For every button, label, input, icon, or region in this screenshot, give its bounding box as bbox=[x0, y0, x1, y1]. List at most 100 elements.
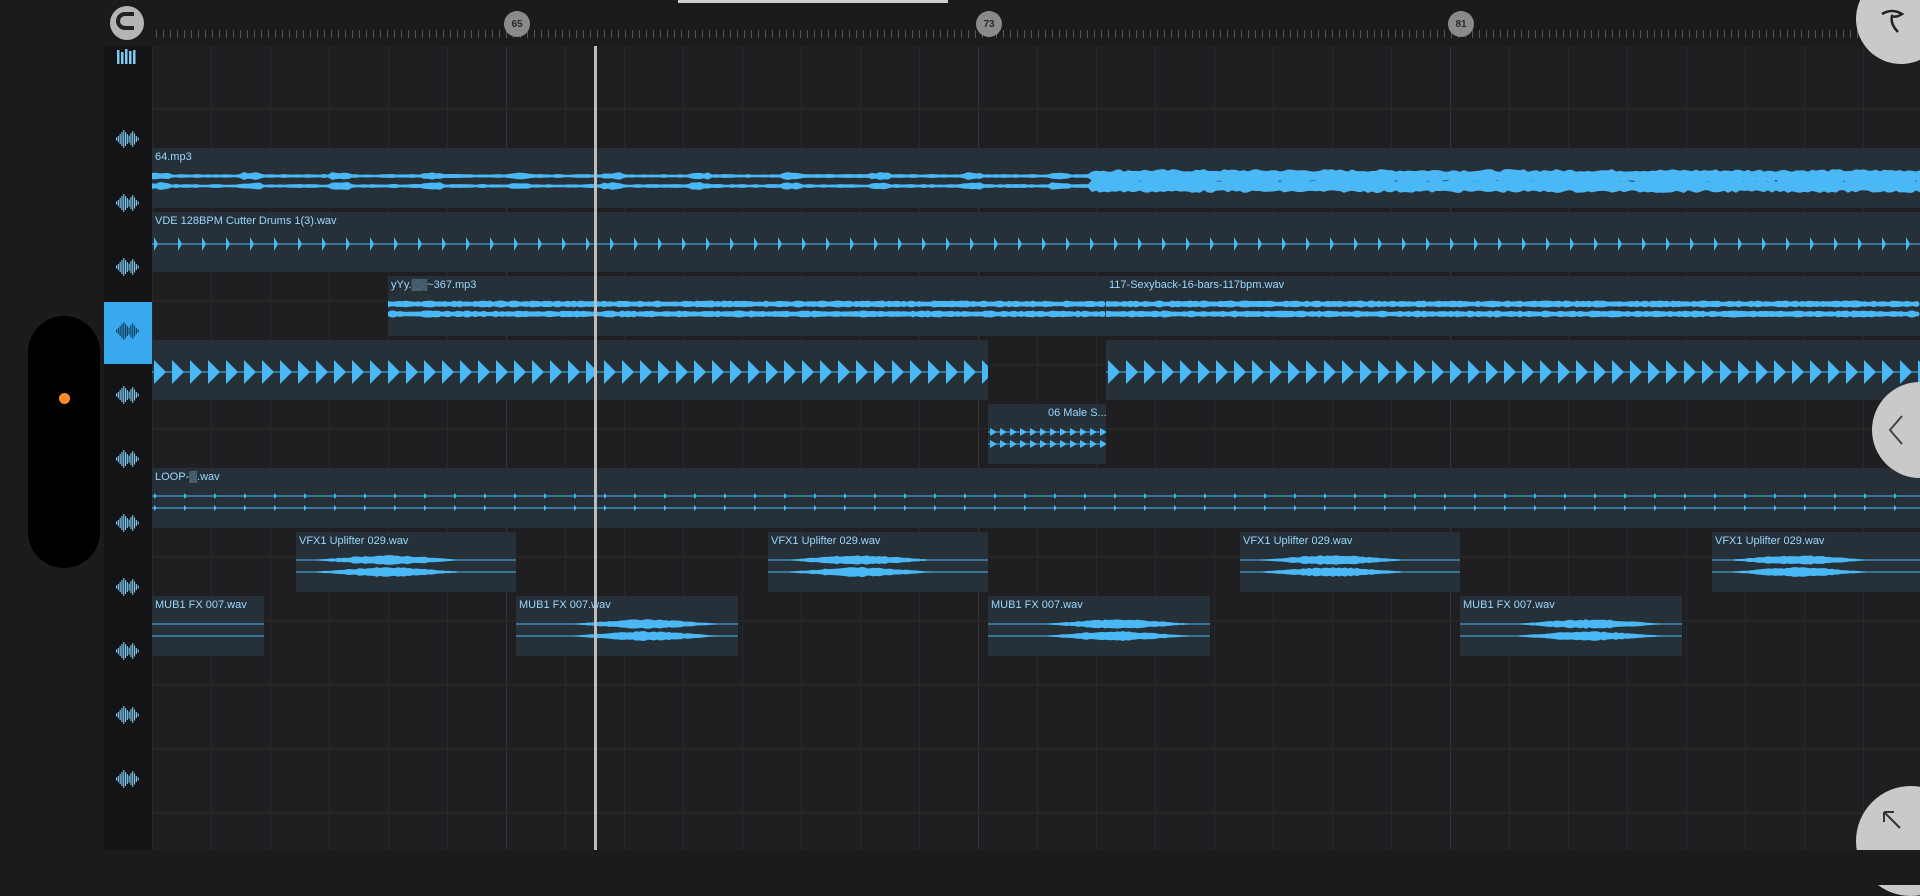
timeline-ruler[interactable] bbox=[104, 0, 1920, 46]
track-header[interactable] bbox=[104, 46, 152, 108]
waveform-icon bbox=[116, 448, 140, 475]
clip-beats-1[interactable] bbox=[152, 340, 988, 400]
waveform-shape bbox=[226, 360, 238, 384]
bar-marker-73[interactable]: 73 bbox=[976, 11, 1002, 37]
waveform-shape bbox=[1786, 237, 1790, 251]
track-header[interactable] bbox=[104, 302, 152, 364]
track-header[interactable] bbox=[104, 558, 152, 620]
waveform-shape bbox=[538, 237, 542, 251]
waveform-shape bbox=[1108, 360, 1120, 384]
waveform-shape bbox=[280, 360, 292, 384]
waveform-shape bbox=[634, 237, 638, 251]
waveform bbox=[388, 300, 1106, 318]
waveform-shape bbox=[988, 619, 1210, 629]
clip-64-mp3[interactable]: 64.mp3 bbox=[152, 148, 1920, 208]
bar-marker-65[interactable]: 65 bbox=[504, 11, 530, 37]
waveform-shape bbox=[1894, 505, 1897, 511]
waveform-shape bbox=[1354, 237, 1358, 251]
track-header[interactable] bbox=[104, 622, 152, 684]
waveform-icon bbox=[116, 576, 140, 603]
waveform-shape bbox=[934, 505, 937, 511]
clip-mub-fx[interactable]: MUB1 FX 007.wav bbox=[988, 596, 1210, 656]
waveform-shape bbox=[910, 360, 922, 384]
clip-sexyback[interactable]: 117-Sexyback-16-bars-117bpm.wav bbox=[1106, 276, 1920, 336]
waveform-shape bbox=[814, 493, 817, 499]
track-header[interactable] bbox=[104, 110, 152, 172]
track-header[interactable] bbox=[104, 430, 152, 492]
clip-vfx-uplifter[interactable]: VFX1 Uplifter 029.wav bbox=[296, 532, 516, 592]
waveform-shape bbox=[516, 631, 738, 641]
waveform-shape bbox=[442, 237, 446, 251]
waveform bbox=[152, 169, 1920, 193]
waveform-shape bbox=[1018, 237, 1022, 251]
clip-loop-wav[interactable]: LOOP-▒.wav bbox=[152, 468, 1920, 528]
side-panel-handle[interactable] bbox=[28, 316, 100, 568]
waveform-shape bbox=[1324, 505, 1327, 511]
arrangement-area[interactable]: 64.mp3 VDE 128BPM Cutter Drums 1(3).wav … bbox=[152, 46, 1920, 850]
track-header[interactable] bbox=[104, 238, 152, 300]
waveform-shape bbox=[1186, 237, 1190, 251]
clip-male-vocal[interactable]: 06 Male S... bbox=[988, 404, 1106, 464]
waveform-shape bbox=[1204, 505, 1207, 511]
record-indicator bbox=[59, 393, 70, 404]
waveform-shape bbox=[1684, 493, 1687, 499]
waveform-shape bbox=[1714, 493, 1717, 499]
waveform-shape bbox=[1468, 360, 1480, 384]
clip-mub-fx[interactable]: MUB1 FX 007.wav bbox=[152, 596, 264, 656]
waveform-shape bbox=[1020, 428, 1027, 436]
waveform-shape bbox=[1342, 360, 1354, 384]
waveform-shape bbox=[1414, 493, 1417, 499]
clip-mub-fx[interactable]: MUB1 FX 007.wav bbox=[516, 596, 738, 656]
clip-label: VFX1 Uplifter 029.wav bbox=[771, 535, 881, 547]
clip-vfx-uplifter[interactable]: VFX1 Uplifter 029.wav bbox=[768, 532, 988, 592]
waveform-shape bbox=[784, 505, 787, 511]
waveform-shape bbox=[1714, 237, 1718, 251]
waveform-shape bbox=[1594, 237, 1598, 251]
waveform-shape bbox=[1234, 505, 1237, 511]
waveform-shape bbox=[152, 179, 1920, 193]
waveform-shape bbox=[970, 237, 974, 251]
waveform-shape bbox=[1294, 505, 1297, 511]
clip-beats-2[interactable] bbox=[1106, 340, 1920, 400]
clip-cutter-drums[interactable]: VDE 128BPM Cutter Drums 1(3).wav bbox=[152, 212, 1920, 272]
track-header[interactable] bbox=[104, 366, 152, 428]
track-header[interactable] bbox=[104, 494, 152, 556]
waveform-shape bbox=[1270, 360, 1282, 384]
waveform-shape bbox=[202, 237, 206, 251]
waveform-shape bbox=[1444, 493, 1447, 499]
waveform-shape bbox=[994, 493, 997, 499]
waveform-shape bbox=[1054, 493, 1057, 499]
clip-mub-fx[interactable]: MUB1 FX 007.wav bbox=[1460, 596, 1682, 656]
mixer-icon bbox=[117, 48, 139, 69]
track-header[interactable] bbox=[104, 174, 152, 236]
waveform-shape bbox=[244, 360, 256, 384]
waveform-shape bbox=[1426, 237, 1430, 251]
waveform-shape bbox=[296, 555, 515, 565]
track-header[interactable] bbox=[104, 750, 152, 812]
waveform-icon bbox=[116, 704, 140, 731]
waveform-shape bbox=[1264, 505, 1267, 511]
waveform-shape bbox=[1080, 440, 1087, 448]
waveform-shape bbox=[1666, 360, 1678, 384]
clip-vfx-uplifter[interactable]: VFX1 Uplifter 029.wav bbox=[1240, 532, 1460, 592]
waveform-shape bbox=[856, 360, 868, 384]
clip-vfx-uplifter[interactable]: VFX1 Uplifter 029.wav bbox=[1712, 532, 1920, 592]
top-drag-handle[interactable] bbox=[678, 0, 948, 3]
waveform-shape bbox=[1144, 360, 1156, 384]
waveform-shape bbox=[1030, 440, 1037, 448]
waveform-shape bbox=[1354, 493, 1357, 499]
waveform-shape bbox=[1744, 493, 1747, 499]
waveform-shape bbox=[1240, 567, 1459, 577]
bar-marker-label: 65 bbox=[511, 18, 523, 30]
waveform-shape bbox=[712, 360, 724, 384]
waveform-shape bbox=[1126, 360, 1138, 384]
waveform-shape bbox=[178, 237, 182, 251]
playhead[interactable] bbox=[594, 46, 597, 850]
snap-magnet-button[interactable] bbox=[110, 6, 144, 40]
waveform-shape bbox=[1174, 493, 1177, 499]
waveform-shape bbox=[466, 237, 470, 251]
clip-yyy-mp3[interactable]: yYy.▒▒~367.mp3 bbox=[388, 276, 1106, 336]
track-header[interactable] bbox=[104, 686, 152, 748]
waveform-shape bbox=[322, 237, 326, 251]
bar-marker-81[interactable]: 81 bbox=[1448, 11, 1474, 37]
